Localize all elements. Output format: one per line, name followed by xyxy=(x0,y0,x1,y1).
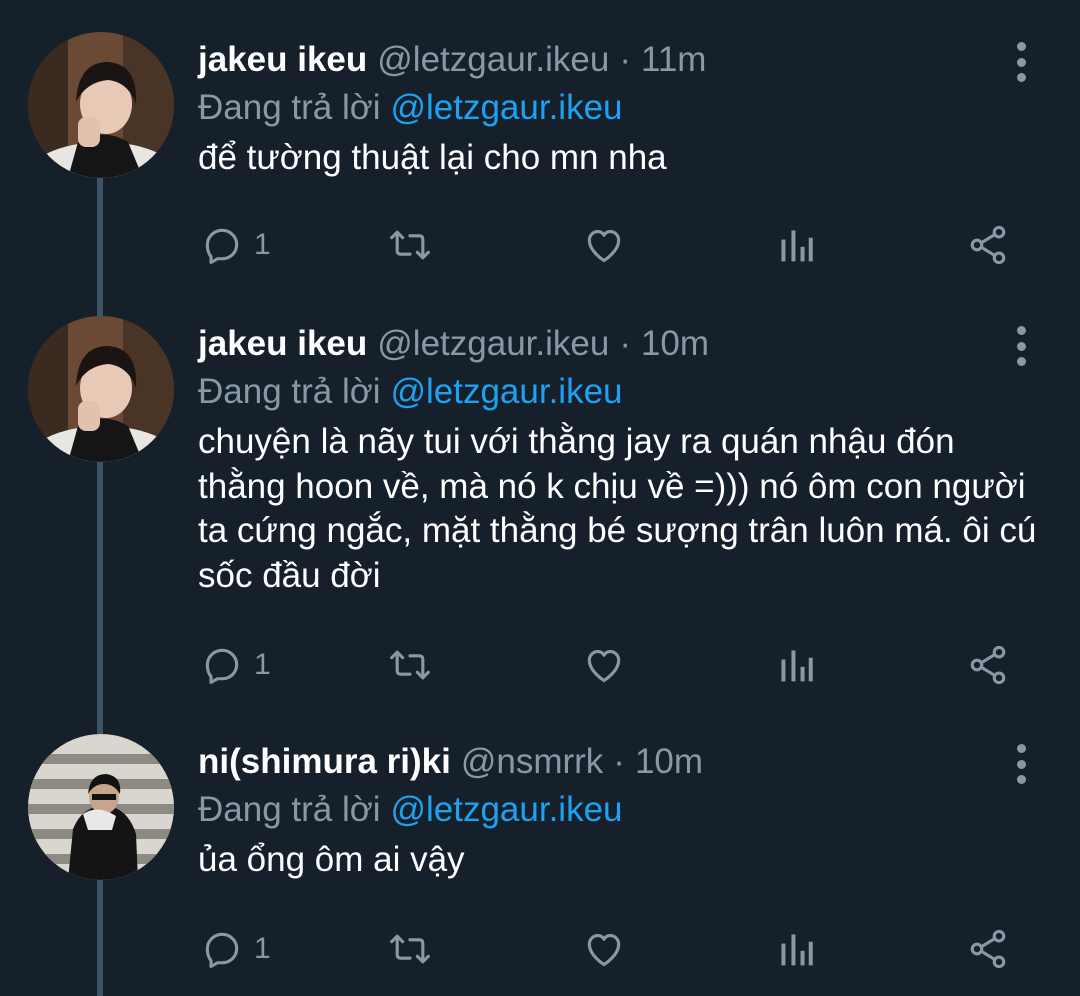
retweet-icon xyxy=(390,230,430,260)
like-button[interactable] xyxy=(582,924,626,974)
analytics-button[interactable] xyxy=(776,640,816,690)
like-icon xyxy=(587,650,621,683)
reply-icon xyxy=(205,228,239,264)
share-icon xyxy=(970,645,1006,685)
more-vertical-icon[interactable] xyxy=(1010,744,1032,784)
reply-count: 1 xyxy=(254,932,271,965)
reply-button[interactable]: 1 xyxy=(200,220,271,270)
share-button[interactable] xyxy=(966,220,1010,270)
share-button[interactable] xyxy=(966,640,1010,690)
author-handle[interactable]: @letzgaur.ikeu xyxy=(377,324,609,364)
like-icon xyxy=(587,934,621,967)
share-icon xyxy=(970,929,1006,969)
tweet-time[interactable]: 10m xyxy=(641,324,709,364)
replying-to-handle[interactable]: @letzgaur.ikeu xyxy=(390,88,622,127)
separator-dot: · xyxy=(613,742,625,781)
author-name[interactable]: jakeu ikeu xyxy=(198,324,367,364)
reply-icon xyxy=(205,932,239,968)
tweet-text: chuyện là nãy tui với thằng jay ra quán … xyxy=(198,422,1037,595)
replying-to-handle[interactable]: @letzgaur.ikeu xyxy=(390,372,622,411)
analytics-icon xyxy=(781,650,813,682)
avatar[interactable] xyxy=(28,32,174,178)
like-button[interactable] xyxy=(582,640,626,690)
replying-to-handle[interactable]: @letzgaur.ikeu xyxy=(390,790,622,829)
tweet-actions: 1 xyxy=(0,924,1080,974)
separator-dot: · xyxy=(619,40,631,79)
tweet-text: để tường thuật lại cho mn nha xyxy=(198,138,667,177)
analytics-button[interactable] xyxy=(776,220,816,270)
like-icon xyxy=(587,230,621,263)
like-button[interactable] xyxy=(582,220,626,270)
thread-line xyxy=(97,462,103,734)
retweet-icon xyxy=(390,650,430,680)
reply-button[interactable]: 1 xyxy=(200,924,271,974)
author-handle[interactable]: @letzgaur.ikeu xyxy=(377,40,609,80)
reply-count: 1 xyxy=(254,228,271,261)
share-icon xyxy=(970,225,1006,265)
tweet-text: ủa ổng ôm ai vậy xyxy=(198,840,465,879)
avatar[interactable] xyxy=(28,316,174,462)
reply-button[interactable]: 1 xyxy=(200,640,271,690)
retweet-button[interactable] xyxy=(386,640,434,690)
author-name[interactable]: ni(shimura ri)ki xyxy=(198,742,451,782)
more-vertical-icon[interactable] xyxy=(1010,42,1032,82)
tweet-actions: 1 xyxy=(0,220,1080,270)
analytics-icon xyxy=(781,230,813,262)
more-vertical-icon[interactable] xyxy=(1010,326,1032,366)
tweet-time[interactable]: 10m xyxy=(635,742,703,782)
author-handle[interactable]: @nsmrrk xyxy=(461,742,603,782)
author-name[interactable]: jakeu ikeu xyxy=(198,40,367,80)
retweet-icon xyxy=(390,934,430,964)
replying-to-label: Đang trả lời xyxy=(198,790,381,829)
tweet-time[interactable]: 11m xyxy=(641,40,707,80)
reply-icon xyxy=(205,648,239,684)
analytics-button[interactable] xyxy=(776,924,816,974)
share-button[interactable] xyxy=(966,924,1010,974)
replying-to-label: Đang trả lời xyxy=(198,88,381,127)
retweet-button[interactable] xyxy=(386,924,434,974)
retweet-button[interactable] xyxy=(386,220,434,270)
avatar[interactable] xyxy=(28,734,174,880)
replying-to-label: Đang trả lời xyxy=(198,372,381,411)
analytics-icon xyxy=(781,934,813,966)
tweet-actions: 1 xyxy=(0,640,1080,690)
separator-dot: · xyxy=(619,324,631,363)
reply-count: 1 xyxy=(254,648,271,681)
